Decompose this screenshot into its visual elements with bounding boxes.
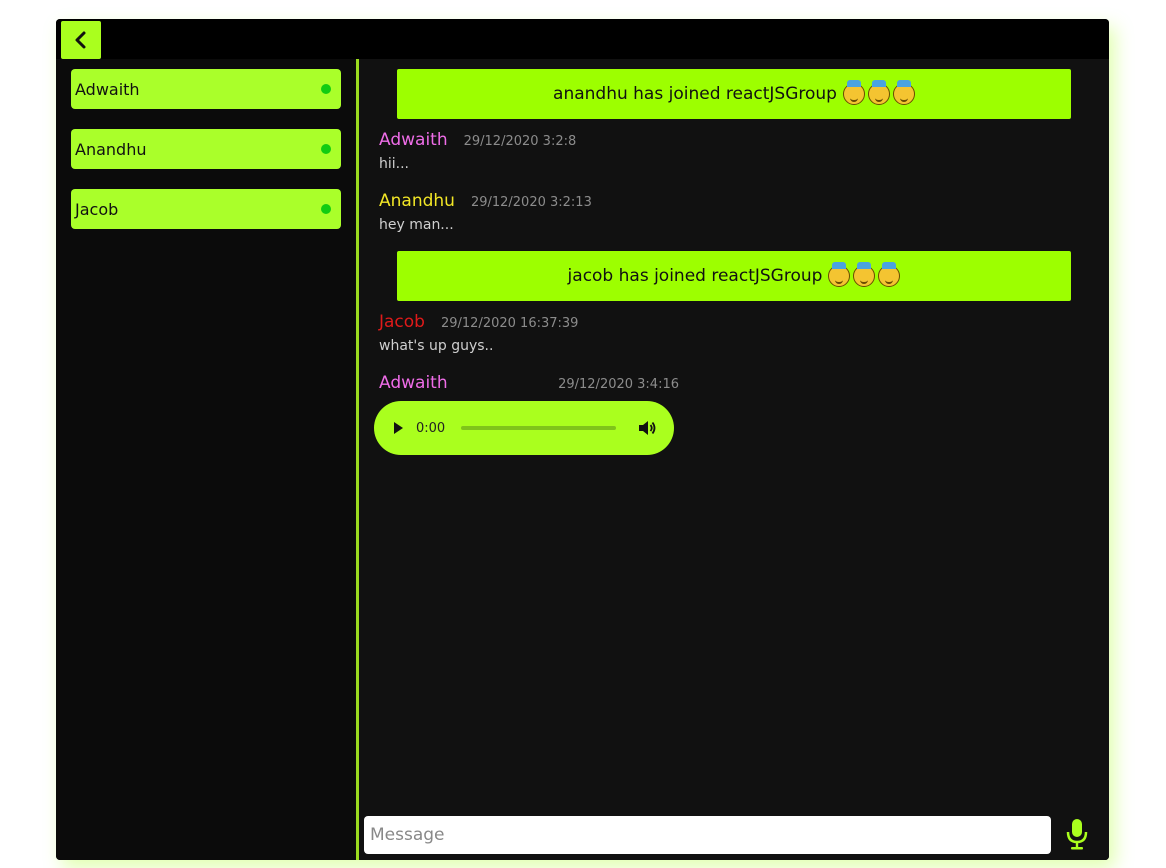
mic-button[interactable] — [1062, 818, 1092, 852]
audio-time: 0:00 — [416, 420, 446, 436]
play-icon — [394, 422, 403, 434]
party-emoji-group — [842, 80, 915, 105]
chevron-left-icon — [75, 31, 86, 49]
chat-message: Jacob 29/12/2020 16:37:39 what's up guys… — [379, 312, 578, 354]
audio-progress-bar[interactable] — [461, 426, 616, 430]
message-timestamp: 29/12/2020 3:2:13 — [470, 195, 592, 210]
volume-icon — [639, 421, 656, 435]
audio-message-header: Adwaith 29/12/2020 3:4:16 — [379, 373, 679, 393]
message-sender: Adwaith — [379, 130, 448, 150]
system-message-text: jacob has joined reactJSGroup — [567, 266, 823, 286]
volume-button[interactable] — [638, 420, 656, 436]
message-input[interactable] — [364, 816, 1051, 854]
chat-message: Anandhu 29/12/2020 3:2:13 hey man... — [379, 191, 592, 233]
user-item-anandhu[interactable]: Anandhu — [71, 129, 341, 169]
user-list: Adwaith Anandhu Jacob — [56, 59, 356, 860]
party-face-emoji-icon — [842, 80, 865, 105]
message-text: what's up guys.. — [379, 338, 494, 354]
message-timestamp: 29/12/2020 3:4:16 — [558, 377, 679, 392]
message-sender: Jacob — [379, 312, 425, 332]
mic-icon — [1066, 819, 1088, 850]
online-status-dot — [321, 144, 331, 154]
user-item-adwaith[interactable]: Adwaith — [71, 69, 341, 109]
party-face-emoji-icon — [853, 262, 876, 287]
top-bar — [56, 19, 1109, 59]
system-message: anandhu has joined reactJSGroup — [397, 69, 1071, 119]
message-composer — [359, 816, 1109, 860]
play-button[interactable] — [392, 421, 404, 435]
party-face-emoji-icon — [878, 262, 901, 287]
chat-app: Adwaith Anandhu Jacob anandhu has joined… — [56, 19, 1109, 860]
message-timestamp: 29/12/2020 16:37:39 — [440, 316, 579, 331]
message-text: hii... — [379, 156, 410, 172]
online-status-dot — [321, 84, 331, 94]
user-name: Anandhu — [75, 139, 147, 159]
message-text: hey man... — [379, 217, 454, 233]
user-item-jacob[interactable]: Jacob — [71, 189, 341, 229]
chat-panel: anandhu has joined reactJSGroup Adwaith … — [359, 59, 1109, 860]
online-status-dot — [321, 204, 331, 214]
back-button[interactable] — [61, 21, 101, 59]
message-timestamp: 29/12/2020 3:2:8 — [463, 134, 577, 149]
party-face-emoji-icon — [867, 80, 890, 105]
party-emoji-group — [828, 262, 901, 287]
message-sender: Adwaith — [379, 373, 448, 393]
user-name: Adwaith — [75, 79, 140, 99]
chat-message: Adwaith 29/12/2020 3:2:8 hii... — [379, 130, 576, 172]
user-name: Jacob — [75, 199, 119, 219]
audio-player: 0:00 — [374, 401, 674, 455]
message-sender: Anandhu — [379, 191, 455, 211]
system-message-text: anandhu has joined reactJSGroup — [553, 84, 837, 104]
party-face-emoji-icon — [828, 262, 851, 287]
party-face-emoji-icon — [892, 80, 915, 105]
system-message: jacob has joined reactJSGroup — [397, 251, 1071, 301]
